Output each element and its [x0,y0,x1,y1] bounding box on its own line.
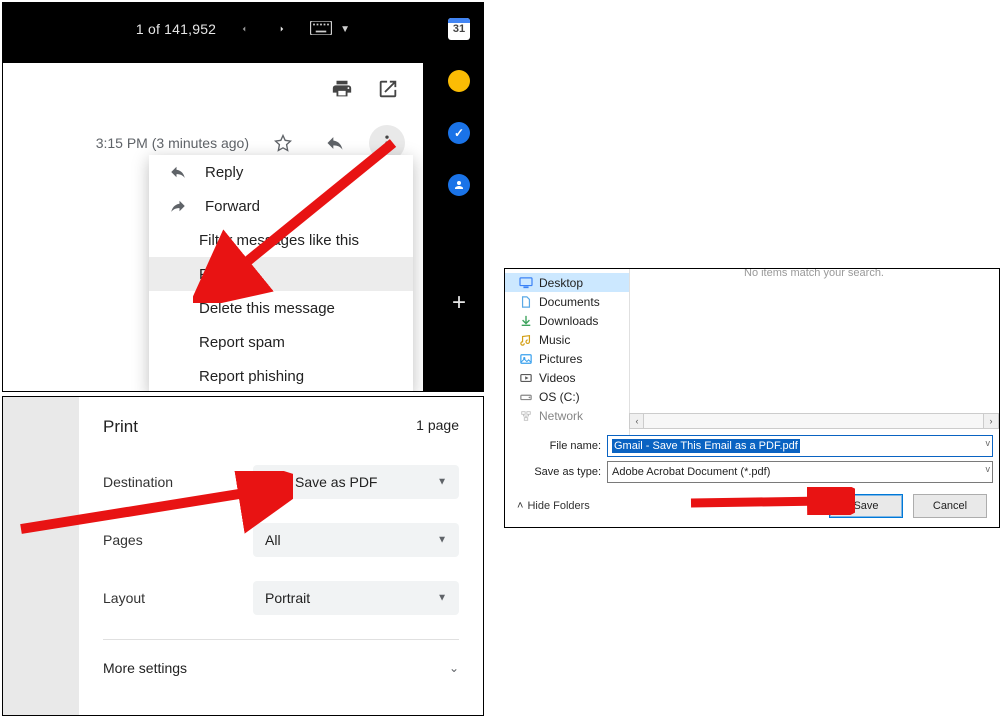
gmail-addon-strip: 31 + [435,3,483,391]
tasks-addon-icon[interactable] [435,107,483,159]
drive-icon [519,391,533,403]
contacts-addon-icon[interactable] [435,159,483,211]
file-name-label: File name: [511,440,607,452]
message-more-menu: Reply Forward Filter messages like this … [149,155,413,392]
chevron-down-icon: ▼ [437,593,447,604]
save-dialog-panel: Desktop Documents Downloads Music Pictur… [504,268,1000,528]
scroll-right-button[interactable]: › [983,413,999,429]
tree-music[interactable]: Music [505,330,629,349]
chevron-down-icon: ▼ [437,477,447,488]
add-addon-button[interactable]: + [435,289,483,317]
save-button[interactable]: Save [829,494,903,518]
tree-pictures[interactable]: Pictures [505,349,629,368]
layout-label: Layout [103,590,253,606]
tree-downloads[interactable]: Downloads [505,311,629,330]
menu-filter[interactable]: Filter messages like this [149,223,413,257]
chevron-down-icon: ▼ [437,535,447,546]
pdf-file-icon [265,473,283,491]
tree-desktop[interactable]: Desktop [505,273,629,292]
gmail-topbar: 1 of 141,952 ▼ [3,3,483,55]
cancel-button[interactable]: Cancel [913,494,987,518]
videos-icon [519,372,533,384]
menu-reply[interactable]: Reply [149,155,413,189]
dropdown-icon[interactable]: v [986,464,991,474]
calendar-addon-icon[interactable]: 31 [435,3,483,55]
network-icon [519,410,533,422]
chevron-down-icon: ⌄ [449,661,459,675]
pages-label: Pages [103,532,253,548]
gmail-panel: 1 of 141,952 ▼ 31 + [2,2,484,392]
print-page-count: 1 page [416,417,459,437]
horizontal-scrollbar[interactable] [643,413,985,429]
destination-select[interactable]: Save as PDF ▼ [253,465,459,499]
tree-osc[interactable]: OS (C:) [505,387,629,406]
message-counter: 1 of 141,952 [136,21,216,37]
downloads-icon [519,315,533,327]
print-title: Print [103,417,138,437]
menu-report-spam[interactable]: Report spam [149,325,413,359]
documents-icon [519,296,533,308]
tree-network[interactable]: Network [505,406,629,425]
menu-report-phishing[interactable]: Report phishing [149,359,413,392]
keep-addon-icon[interactable] [435,55,483,107]
hide-folders-toggle[interactable]: ˄ Hide Folders [517,500,590,512]
print-preview-area [3,397,79,715]
layout-select[interactable]: Portrait ▼ [253,581,459,615]
input-tools-icon[interactable] [310,21,332,38]
open-new-window-icon[interactable] [377,78,399,105]
pictures-icon [519,353,533,365]
file-list-pane: No items match your search. ‹ › [629,269,999,429]
file-name-input[interactable]: Gmail - Save This Email as a PDF.pdf v [607,435,993,457]
music-icon [519,334,533,346]
menu-delete[interactable]: Delete this message [149,291,413,325]
menu-forward[interactable]: Forward [149,189,413,223]
dropdown-icon[interactable]: v [986,438,991,448]
print-all-icon[interactable] [331,78,353,105]
folder-tree: Desktop Documents Downloads Music Pictur… [505,269,630,437]
destination-label: Destination [103,474,253,490]
input-tools-chevron-icon[interactable]: ▼ [340,24,350,35]
message-timestamp: 3:15 PM (3 minutes ago) [96,135,249,151]
save-as-type-label: Save as type: [511,466,607,478]
chevron-up-icon: ˄ [517,500,523,512]
tree-documents[interactable]: Documents [505,292,629,311]
save-as-type-select[interactable]: Adobe Acrobat Document (*.pdf) v [607,461,993,483]
more-settings-toggle[interactable]: More settings ⌄ [103,639,459,676]
prev-message-button[interactable] [234,19,254,39]
desktop-icon [519,277,533,289]
pages-select[interactable]: All ▼ [253,523,459,557]
menu-print[interactable]: Print [149,257,413,291]
next-message-button[interactable] [272,19,292,39]
print-dialog-panel: Print 1 page Destination Save as PDF ▼ P… [2,396,484,716]
tree-videos[interactable]: Videos [505,368,629,387]
no-items-label: No items match your search. [629,268,999,279]
